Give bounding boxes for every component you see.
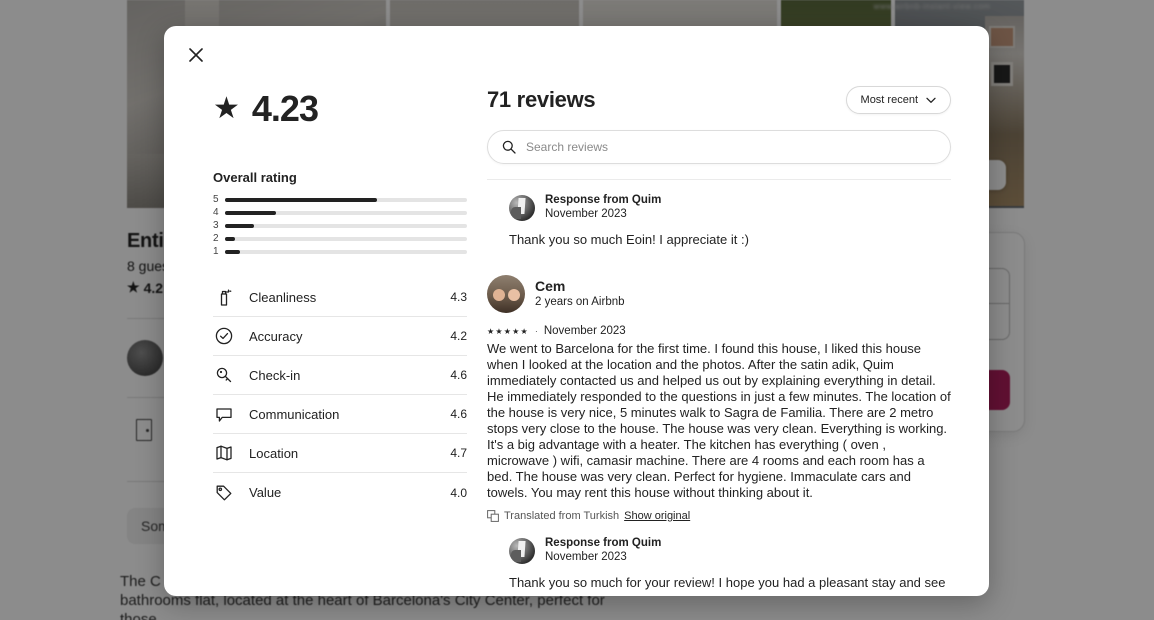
reviews-column: 71 reviews Most recent Search reviews Re…: [467, 70, 989, 596]
rating-bar-row: 4: [213, 206, 467, 219]
category-name: Cleanliness: [249, 289, 317, 305]
rating-bar-level: 3: [213, 220, 219, 231]
translation-notice: Translated from Turkish Show original: [487, 510, 951, 522]
reviewer-tenure: 2 years on Airbnb: [535, 296, 625, 308]
rating-bar-row: 2: [213, 232, 467, 245]
translate-icon: [487, 510, 499, 522]
reviews-count: 71 reviews: [487, 87, 596, 112]
response-author: Response from Quim: [545, 537, 662, 549]
close-icon[interactable]: [180, 39, 212, 71]
category-value: 4.7: [450, 446, 467, 460]
translation-note: Translated from Turkish: [504, 510, 620, 522]
response-date: November 2023: [545, 208, 627, 220]
reviews-modal: ★ 4.23 Overall rating 5 4 3 2 1 Cleanliness 4…: [164, 26, 989, 596]
check-circle-icon: [213, 326, 235, 346]
rating-bar-track: [225, 236, 467, 241]
rating-bar-track: [225, 197, 467, 202]
category-ratings-list: Cleanliness 4.3 Accuracy 4.2 Check-in 4.6 Comm…: [213, 278, 467, 512]
category-rating-row: Location 4.7: [213, 434, 467, 473]
response-header: Response from Quim November 2023: [509, 536, 951, 565]
rating-bar-fill: [225, 236, 235, 241]
review-meta: ★★★★★ · November 2023: [487, 325, 951, 337]
category-value: 4.6: [450, 407, 467, 421]
response-body: Thank you so much for your review! I hop…: [509, 575, 946, 596]
review-text: We went to Barcelona for the first time.…: [487, 341, 951, 500]
rating-bar-fill: [225, 223, 255, 228]
sort-dropdown[interactable]: Most recent: [845, 86, 951, 114]
page-root: www.airbnb-instant-view.com Entire 8 gue…: [0, 0, 1154, 620]
star-icon: ★: [213, 92, 240, 125]
search-reviews-field[interactable]: [487, 130, 951, 164]
rating-bar-level: 1: [213, 246, 219, 257]
category-value: 4.6: [450, 368, 467, 382]
category-name: Check-in: [249, 367, 301, 383]
star-rating: ★★★★★: [487, 326, 529, 336]
review-item: Cem 2 years on Airbnb ★★★★★ · November 2…: [487, 275, 951, 596]
rating-bar-track: [225, 223, 467, 228]
spray-bottle-icon: [213, 287, 235, 307]
reviews-scroll-area[interactable]: Response from Quim November 2023 Thank y…: [487, 179, 951, 596]
close-glyph: [189, 48, 203, 62]
rating-bar-row: 1: [213, 245, 467, 258]
rating-bar-fill: [225, 210, 276, 215]
rating-bar-track: [225, 249, 467, 254]
separator-dot: ·: [534, 326, 538, 336]
response-date: November 2023: [545, 551, 627, 563]
reviews-header: 71 reviews Most recent: [487, 86, 951, 114]
key-icon: [213, 365, 235, 385]
ratings-summary-column: ★ 4.23 Overall rating 5 4 3 2 1 Cleanliness 4…: [164, 70, 467, 596]
host-avatar[interactable]: [509, 194, 535, 221]
review-date: November 2023: [543, 325, 626, 337]
show-original-link[interactable]: Show original: [624, 510, 690, 522]
rating-bar-fill: [225, 249, 240, 254]
avatar[interactable]: [487, 275, 525, 313]
rating-bar-row: 3: [213, 219, 467, 232]
category-rating-row: Value 4.0: [213, 473, 467, 512]
overall-rating-label: Overall rating: [213, 170, 297, 185]
speech-bubble-icon: [213, 404, 235, 424]
review-response: Response from Quim November 2023 Thank y…: [487, 193, 951, 249]
rating-bar-level: 5: [213, 194, 219, 205]
rating-bar-level: 4: [213, 207, 219, 218]
rating-bar-track: [225, 210, 467, 215]
chevron-down-icon: [926, 97, 936, 103]
rating-bar-row: 5: [213, 193, 467, 206]
category-name: Value: [249, 485, 282, 500]
category-name: Accuracy: [249, 328, 303, 344]
category-value: 4.0: [450, 485, 467, 500]
category-value: 4.3: [450, 290, 467, 304]
reviewer-name: Cem: [535, 278, 566, 294]
response-author: Response from Quim: [545, 194, 662, 206]
response-header: Response from Quim November 2023: [509, 193, 951, 222]
reviewer-identity: Cem 2 years on Airbnb: [487, 275, 951, 313]
category-name: Location: [249, 445, 299, 461]
map-icon: [213, 443, 235, 463]
rating-bar-fill: [225, 197, 378, 202]
category-value: 4.2: [450, 329, 467, 343]
overall-score: ★ 4.23: [213, 88, 467, 130]
rating-bar-level: 2: [213, 233, 219, 244]
response-body: Thank you so much Eoin! I appreciate it …: [509, 232, 749, 247]
sort-dropdown-label: Most recent: [860, 94, 918, 106]
host-avatar[interactable]: [509, 537, 535, 564]
category-name: Communication: [249, 406, 340, 422]
overall-score-value: 4.23: [251, 88, 319, 129]
rating-distribution: 5 4 3 2 1: [213, 193, 467, 258]
category-rating-row: Accuracy 4.2: [213, 317, 467, 356]
category-rating-row: Cleanliness 4.3: [213, 278, 467, 317]
tag-icon: [213, 483, 235, 503]
category-rating-row: Communication 4.6: [213, 395, 467, 434]
category-rating-row: Check-in 4.6: [213, 356, 467, 395]
search-input[interactable]: [526, 140, 936, 154]
review-response: Response from Quim November 2023 Thank y…: [509, 536, 951, 596]
search-icon: [502, 140, 516, 154]
